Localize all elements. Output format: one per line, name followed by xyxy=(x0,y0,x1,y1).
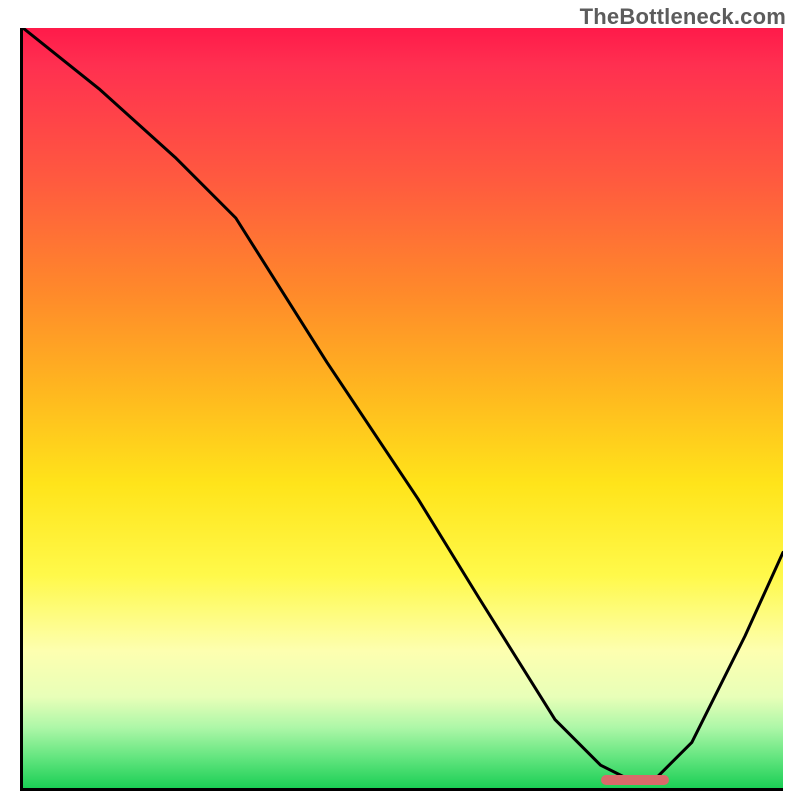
curve-svg xyxy=(23,28,783,788)
curve-path xyxy=(23,28,783,780)
watermark-text: TheBottleneck.com xyxy=(580,4,786,30)
optimum-marker xyxy=(601,775,669,785)
chart-container: TheBottleneck.com xyxy=(0,0,800,800)
plot-area xyxy=(20,28,783,791)
